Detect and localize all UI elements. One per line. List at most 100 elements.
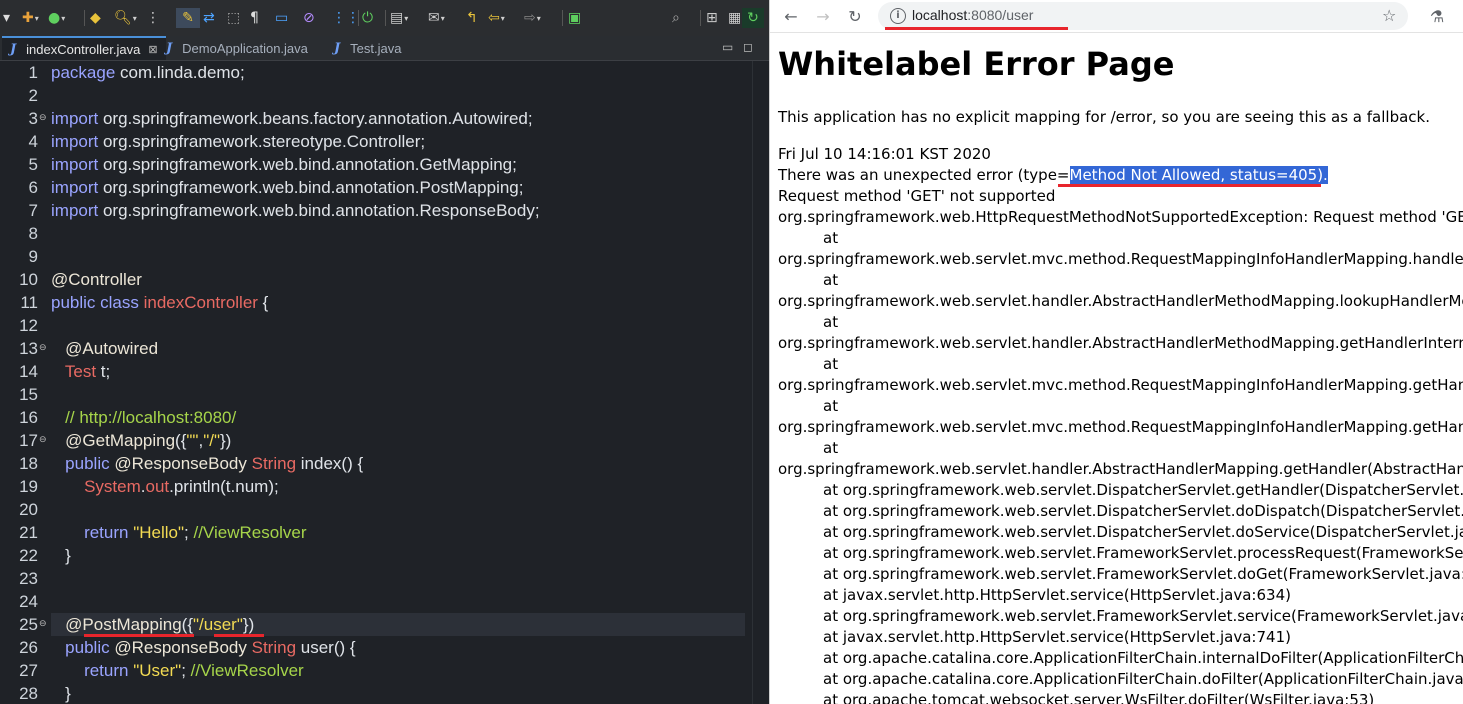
search-icon[interactable]: 🔍︎ ▾ (114, 8, 137, 28)
stack-trace-line: at org.apache.tomcat.websocket.server.Ws… (823, 691, 1375, 704)
code-line[interactable]: 26 public @ResponseBody String user() { (0, 636, 769, 659)
code-text[interactable]: } (51, 544, 745, 567)
line-number: 26 (19, 638, 38, 657)
forward-icon[interactable]: ⇨ ▾ (524, 8, 541, 28)
tab-test[interactable]: J Test.java (326, 36, 409, 60)
site-info-icon[interactable]: i (890, 8, 906, 24)
code-text[interactable]: @Autowired (51, 337, 745, 360)
code-line[interactable]: 3 ⊖ import org.springframework.beans.facto… (0, 107, 769, 130)
display-icon[interactable]: ▭ (275, 8, 288, 28)
stack-trace-line: at org.apache.catalina.core.ApplicationF… (823, 670, 1463, 688)
code-text[interactable]: public @ResponseBody String user() { (51, 636, 745, 659)
code-line[interactable]: 19 System.out.println(t.num); (0, 475, 769, 498)
close-tab-icon[interactable]: ⊠ (148, 43, 157, 56)
code-text[interactable]: import org.springframework.web.bind.anno… (51, 153, 745, 176)
mark-occurrences-icon[interactable]: ✎ (176, 8, 200, 28)
code-line[interactable]: 5 import org.springframework.web.bind.ann… (0, 153, 769, 176)
java-perspective-icon[interactable]: ▦ (728, 8, 741, 28)
code-text[interactable]: import org.springframework.stereotype.Co… (51, 130, 745, 153)
code-line[interactable]: 17 ⊖ @GetMapping({"","/"}) (0, 429, 769, 452)
code-line[interactable]: 25 ⊖ @PostMapping({"/user"}) (0, 613, 769, 636)
menu-dropdown-icon[interactable]: ▾ (3, 8, 10, 28)
code-line[interactable]: 14 Test t; (0, 360, 769, 383)
toolbar-dots-icon[interactable]: ⋮ (146, 8, 160, 28)
run-icon[interactable]: ● ▾ (48, 8, 65, 28)
fold-toggle-icon[interactable]: ⊖ (39, 337, 47, 360)
annotation-icon[interactable]: ▤ ▾ (390, 8, 408, 28)
code-line[interactable]: 18 public @ResponseBody String index() { (0, 452, 769, 475)
code-line[interactable]: 11 public class indexController { (0, 291, 769, 314)
forward-arrow-icon[interactable]: → (812, 5, 834, 27)
code-line[interactable]: 13 ⊖ @Autowired (0, 337, 769, 360)
pin-editor-icon[interactable]: ▣ (568, 8, 581, 28)
code-text[interactable]: return "User"; //ViewResolver (51, 659, 745, 682)
stack-trace-line: org.springframework.web.servlet.handler.… (778, 334, 1463, 352)
back-arrow-icon[interactable]: ← (780, 5, 802, 27)
selected-error-text[interactable]: Method Not Allowed, status=405). (1069, 166, 1328, 184)
code-line[interactable]: 2 (0, 84, 769, 107)
code-line[interactable]: 27 return "User"; //ViewResolver (0, 659, 769, 682)
code-text[interactable]: public class indexController { (51, 291, 745, 314)
code-line[interactable]: 4 import org.springframework.stereotype.C… (0, 130, 769, 153)
code-line[interactable]: 12 (0, 314, 769, 337)
code-text[interactable]: import org.springframework.web.bind.anno… (51, 199, 745, 222)
minimize-icon[interactable]: ▭ (722, 40, 733, 54)
code-text[interactable]: import org.springframework.beans.factory… (51, 107, 745, 130)
open-type-icon[interactable]: ◆ (90, 8, 101, 28)
tab-indexcontroller[interactable]: J indexController.java ⊠ (2, 36, 166, 60)
word-wrap-icon[interactable]: ⇄ (203, 8, 215, 28)
extension-icon[interactable]: ⚗ (1426, 5, 1448, 27)
tab-demoapplication[interactable]: J DemoApplication.java (158, 36, 316, 60)
maximize-icon[interactable]: ◻ (743, 40, 753, 54)
url-red-underline (885, 27, 1068, 30)
fold-toggle-icon[interactable]: ⊖ (39, 107, 47, 130)
code-line[interactable]: 21 return "Hello"; //ViewResolver (0, 521, 769, 544)
code-text[interactable]: public @ResponseBody String index() { (51, 452, 745, 475)
last-edit-icon[interactable]: ↰ (466, 8, 478, 28)
prev-annotation-icon[interactable]: ✉ ▾ (428, 8, 445, 28)
fold-toggle-icon[interactable]: ⊖ (39, 429, 47, 452)
code-editor[interactable]: 1 package com.linda.demo; 2 3 ⊖ import org.sp… (0, 61, 769, 704)
code-text[interactable]: // http://localhost:8080/ (51, 406, 745, 429)
code-line[interactable]: 6 import org.springframework.web.bind.ann… (0, 176, 769, 199)
block-selection-icon[interactable]: ⬚ (227, 8, 240, 28)
code-line[interactable]: 16 // http://localhost:8080/ (0, 406, 769, 429)
spring-boot-icon[interactable]: ⏻ (362, 8, 373, 28)
code-line[interactable]: 24 (0, 590, 769, 613)
code-text[interactable]: @GetMapping({"","/"}) (51, 429, 745, 452)
code-line[interactable]: 1 package com.linda.demo; (0, 61, 769, 84)
code-line[interactable]: 10 @Controller (0, 268, 769, 291)
reload-icon[interactable]: ↻ (844, 5, 866, 27)
code-line[interactable]: 15 (0, 383, 769, 406)
error-red-underline (1058, 184, 1321, 187)
code-line[interactable]: 23 (0, 567, 769, 590)
bookmark-star-icon[interactable]: ☆ (1382, 6, 1396, 25)
url-text[interactable]: localhost:8080/user (912, 7, 1033, 23)
toolbar-grid-icon[interactable]: ⋮⋮ (332, 8, 360, 28)
code-line[interactable]: 8 (0, 222, 769, 245)
code-text[interactable]: @PostMapping({"/user"}) (51, 613, 745, 636)
address-bar[interactable]: i localhost:8080/user ☆ (878, 2, 1408, 30)
spring-perspective-icon[interactable]: ↻ (742, 8, 764, 28)
fold-toggle-icon[interactable]: ⊖ (39, 613, 47, 636)
show-whitespace-icon[interactable]: ¶ (250, 8, 259, 28)
quick-access-search-icon[interactable]: ⌕ (672, 8, 680, 28)
code-text[interactable]: @Controller (51, 268, 745, 291)
skip-breakpoints-icon[interactable]: ⊘ (303, 8, 315, 28)
code-text[interactable]: import org.springframework.web.bind.anno… (51, 176, 745, 199)
new-wizard-icon[interactable]: ✚ ▾ (22, 8, 39, 28)
code-text[interactable]: } (51, 682, 745, 704)
code-line[interactable]: 28 } (0, 682, 769, 704)
code-line[interactable]: 22 } (0, 544, 769, 567)
code-line[interactable]: 20 (0, 498, 769, 521)
code-text[interactable]: package com.linda.demo; (51, 61, 745, 84)
back-icon[interactable]: ⇦ ▾ (488, 8, 505, 28)
code-text[interactable]: System.out.println(t.num); (51, 475, 745, 498)
code-text[interactable]: Test t; (51, 360, 745, 383)
code-text[interactable]: return "Hello"; //ViewResolver (51, 521, 745, 544)
editor-scrollbar[interactable] (752, 61, 769, 704)
ide-toolbar: ▾ ✚ ▾ ● ▾ ◆ 🔍︎ ▾ ⋮ ✎ ⇄ ⬚ ¶ ▭ ⊘ ⋮⋮ ⏻ ▤ ▾ ✉ ▾ ↰… (0, 0, 769, 37)
perspective-icon[interactable]: ⊞ (706, 8, 718, 28)
code-line[interactable]: 7 import org.springframework.web.bind.ann… (0, 199, 769, 222)
code-line[interactable]: 9 (0, 245, 769, 268)
